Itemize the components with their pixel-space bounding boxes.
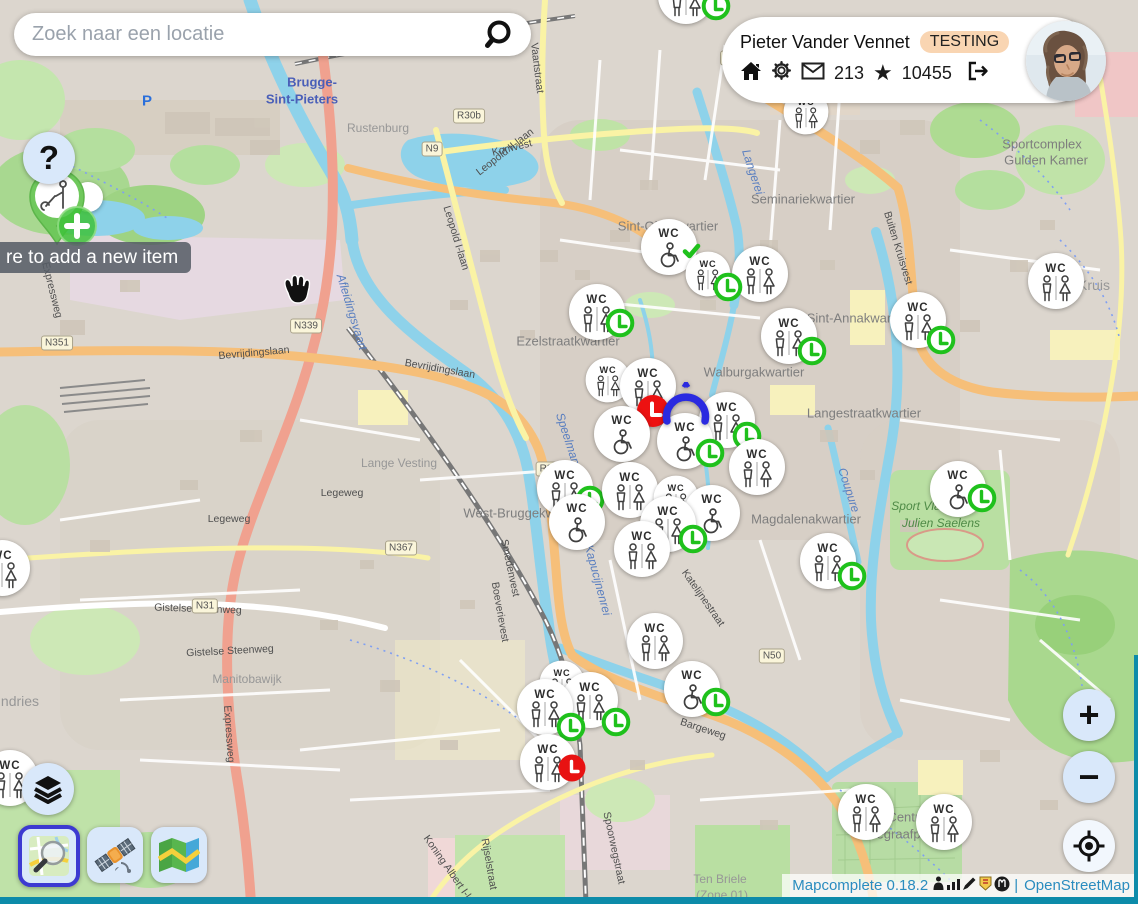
svg-text:WC: WC: [681, 670, 702, 682]
add-item-tooltip: re to add a new item: [0, 242, 191, 273]
page-edge-bottom: [0, 897, 1138, 904]
messages-count[interactable]: 213: [834, 63, 864, 84]
search-input[interactable]: [14, 23, 484, 46]
svg-text:WC: WC: [579, 682, 600, 694]
basemap-style-osm-button[interactable]: [18, 825, 80, 887]
direction-arc-marker: [656, 382, 716, 442]
opening-hours-badge-green: [926, 325, 956, 355]
messages-icon[interactable]: [801, 62, 825, 85]
map-marker-toilet[interactable]: WC: [1026, 251, 1086, 311]
map-marker-toilet[interactable]: WC: [836, 782, 896, 842]
opening-hours-badge-green: [678, 524, 708, 554]
svg-text:WC: WC: [586, 294, 607, 306]
map-marker-toilet-wheelchair[interactable]: WC: [592, 404, 652, 464]
svg-text:WC: WC: [537, 744, 558, 756]
opening-hours-badge-green: [701, 0, 731, 21]
testing-badge: TESTING: [920, 31, 1009, 53]
svg-text:WC: WC: [716, 402, 737, 414]
settings-gear-icon[interactable]: [771, 60, 792, 86]
map-marker-toilet-wheelchair[interactable]: WC: [547, 492, 607, 552]
svg-text:WC: WC: [855, 794, 876, 806]
layers-button[interactable]: [22, 763, 74, 815]
opening-hours-badge-green: [713, 272, 743, 302]
avatar[interactable]: [1026, 21, 1106, 101]
map-marker-toilet[interactable]: WC: [0, 538, 32, 598]
svg-text:WC: WC: [907, 302, 928, 314]
home-icon[interactable]: [740, 61, 762, 86]
svg-text:WC: WC: [947, 470, 968, 482]
zoom-in-button[interactable]: +: [1063, 689, 1115, 741]
svg-text:WC: WC: [619, 472, 640, 484]
basemap-style-map-button[interactable]: [151, 827, 207, 883]
svg-text:WC: WC: [778, 318, 799, 330]
page-edge-right: [1134, 655, 1138, 897]
opening-hours-badge-green: [695, 438, 725, 468]
svg-text:WC: WC: [746, 449, 767, 461]
mapcomplete-app: Brugge-Sint-PietersRustenburgVaartstraat…: [0, 0, 1138, 904]
hand-cursor-icon: [281, 271, 313, 312]
changes-count[interactable]: 10455: [902, 63, 952, 84]
svg-text:WC: WC: [0, 550, 13, 562]
svg-text:WC: WC: [611, 415, 632, 427]
opening-hours-badge-green: [967, 483, 997, 513]
osm-link[interactable]: OpenStreetMap: [1024, 877, 1130, 894]
zoom-out-button[interactable]: −: [1063, 751, 1115, 803]
map-marker-toilet[interactable]: WC: [612, 519, 672, 579]
opening-hours-badge-green: [701, 687, 731, 717]
svg-text:WC: WC: [631, 531, 652, 543]
map-marker-toilet[interactable]: WC: [914, 792, 974, 852]
geolocate-button[interactable]: [1063, 820, 1115, 872]
svg-text:WC: WC: [657, 506, 678, 518]
edit-pencil-icon[interactable]: [962, 876, 977, 895]
svg-text:WC: WC: [566, 503, 587, 515]
svg-text:WC: WC: [817, 543, 838, 555]
contributor-icon[interactable]: [932, 876, 945, 895]
logout-icon[interactable]: [967, 61, 989, 86]
star-icon[interactable]: ★: [873, 64, 893, 82]
svg-text:WC: WC: [554, 470, 575, 482]
opening-hours-badge-green: [605, 308, 635, 338]
statistics-icon[interactable]: [946, 876, 961, 895]
theme-icon[interactable]: [978, 876, 993, 895]
svg-text:WC: WC: [0, 760, 21, 772]
opening-hours-badge-red: [557, 753, 587, 783]
mastodon-icon[interactable]: [994, 876, 1010, 896]
attribution-icons: [932, 876, 1010, 896]
svg-text:WC: WC: [534, 689, 555, 701]
attribution-app-link[interactable]: Mapcomplete 0.18.2: [792, 877, 928, 894]
user-name[interactable]: Pieter Vander Vennet: [740, 32, 910, 53]
svg-text:WC: WC: [701, 494, 722, 506]
help-button[interactable]: ?: [23, 132, 75, 184]
search-icon[interactable]: [484, 18, 518, 52]
opening-hours-badge-green: [797, 336, 827, 366]
svg-text:WC: WC: [644, 623, 665, 635]
svg-text:WC: WC: [637, 368, 658, 380]
basemap-style-satellite-button[interactable]: [87, 827, 143, 883]
opening-hours-badge-green: [837, 561, 867, 591]
svg-text:WC: WC: [1045, 263, 1066, 275]
opening-hours-badge-green: [601, 707, 631, 737]
map-markers-layer: WC WC WC WC WC WC WC WC WC WC WC WC WC WC WC WC WC WC WC WC…: [0, 0, 1138, 904]
svg-text:WC: WC: [700, 259, 717, 269]
attribution-separator: |: [1014, 877, 1018, 894]
svg-text:WC: WC: [600, 365, 617, 375]
svg-text:WC: WC: [749, 256, 770, 268]
attribution-bar: Mapcomplete 0.18.2 | OpenStreetMap: [782, 874, 1138, 897]
svg-text:WC: WC: [933, 804, 954, 816]
location-search-bar: [14, 13, 531, 56]
